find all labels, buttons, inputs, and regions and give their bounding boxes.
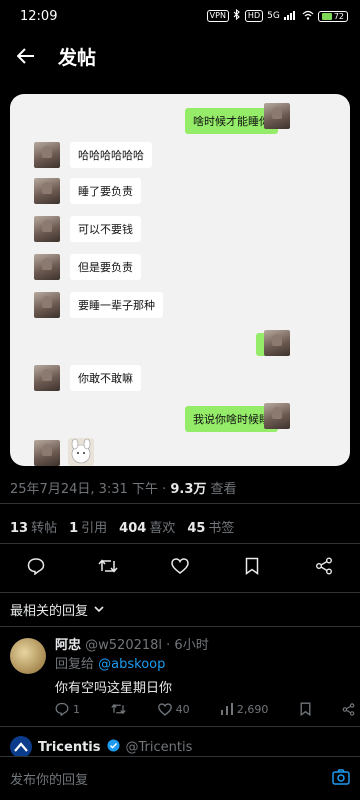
- chat-bubble-left: 你敢不敢嘛: [70, 365, 141, 391]
- camera-icon[interactable]: [332, 768, 350, 789]
- network-label: 5G: [267, 11, 280, 21]
- reposts-stat[interactable]: 13 转帖: [10, 517, 57, 536]
- chat-bubble-left: 但是要负责: [70, 254, 141, 280]
- friend-avatar: [34, 254, 60, 280]
- reply-text: 你有空吗这星期日你: [55, 681, 173, 696]
- bookmark-icon: [300, 702, 311, 716]
- page-title: 发帖: [58, 46, 97, 69]
- top-bar: 发帖: [0, 32, 360, 80]
- bluetooth-icon: [233, 8, 241, 23]
- divider: [0, 503, 360, 504]
- reply-author-name[interactable]: 阿忠: [55, 638, 81, 653]
- tricentis-logo-icon[interactable]: [10, 736, 32, 758]
- reply-bookmark-button[interactable]: [300, 702, 311, 716]
- post-image[interactable]: 啥时候才能睡你 哈哈哈哈哈哈 睡了要负责 可以不要钱 但是要负责 要睡一辈子那种…: [10, 94, 350, 466]
- divider: [0, 543, 360, 544]
- status-bar: 12:09 VPN HD 5G 72: [0, 0, 360, 32]
- friend-avatar: [34, 440, 60, 466]
- sticker-image: [68, 438, 94, 466]
- wifi-icon: [302, 10, 314, 23]
- like-icon[interactable]: [169, 555, 191, 577]
- divider: [0, 626, 360, 627]
- friend-avatar: [34, 142, 60, 168]
- reply-comment-button[interactable]: 1: [55, 702, 80, 716]
- post-actions: [0, 555, 360, 581]
- likes-stat[interactable]: 404 喜欢: [119, 517, 175, 536]
- reply-views-button[interactable]: 2,690: [220, 702, 268, 716]
- chat-message: 睡了要负责: [34, 178, 141, 204]
- reply-composer[interactable]: 发布你的回复: [0, 756, 360, 800]
- friend-avatar: [34, 365, 60, 391]
- views-icon: [220, 703, 233, 715]
- post-timestamp: 25年7月24日, 3:31 下午 · 9.3万 查看: [10, 482, 237, 497]
- avatar[interactable]: [10, 638, 46, 674]
- share-icon: [342, 702, 355, 716]
- reply-icon: [55, 702, 69, 716]
- reply-author-handle[interactable]: @w520218l: [85, 638, 162, 653]
- chat-bubble-left: 可以不要钱: [70, 216, 141, 242]
- friend-avatar: [34, 216, 60, 242]
- reply-icon[interactable]: [25, 555, 47, 577]
- signal-icon: [283, 10, 298, 23]
- next-reply-preview[interactable]: Tricentis @Tricentis: [10, 736, 192, 758]
- battery-icon: 72: [317, 10, 348, 22]
- sender-avatar: [264, 403, 290, 429]
- reply-time: · 6小时: [162, 638, 209, 653]
- reply-input[interactable]: 发布你的回复: [10, 769, 88, 788]
- divider: [0, 726, 360, 727]
- friend-avatar: [34, 292, 60, 318]
- reply-sort-label: 最相关的回复: [10, 604, 89, 619]
- next-reply-author-handle[interactable]: @Tricentis: [126, 740, 193, 755]
- chat-bubble-left: 睡了要负责: [70, 178, 141, 204]
- like-icon: [157, 702, 172, 716]
- reply-repost-button[interactable]: [111, 702, 127, 716]
- verified-badge-icon: [106, 738, 120, 756]
- sender-avatar: [264, 330, 290, 356]
- chat-bubble-left: 哈哈哈哈哈哈: [70, 142, 152, 168]
- reply-share-button[interactable]: [342, 702, 355, 716]
- next-reply-author-name[interactable]: Tricentis: [38, 740, 101, 755]
- hd-icon: HD: [244, 10, 264, 22]
- view-count: 9.3万: [170, 482, 207, 497]
- quotes-stat[interactable]: 1 引用: [69, 517, 107, 536]
- vpn-icon: VPN: [206, 10, 229, 22]
- chat-message: 要睡一辈子那种: [34, 292, 163, 318]
- reply-to-label: 回复给: [55, 657, 99, 672]
- status-icons: VPN HD 5G 72: [206, 8, 348, 23]
- chat-message: 哈哈哈哈哈哈: [34, 142, 152, 168]
- reply-sort-selector[interactable]: 最相关的回复: [10, 600, 104, 619]
- chevron-down-icon: [94, 602, 104, 617]
- status-time: 12:09: [20, 8, 58, 24]
- repost-icon: [111, 703, 127, 715]
- chat-bubble-left: 要睡一辈子那种: [70, 292, 163, 318]
- reply-actions: 1 40 2,690: [55, 702, 355, 716]
- sender-avatar: [264, 103, 290, 129]
- chat-message: 可以不要钱: [34, 216, 141, 242]
- reply-like-button[interactable]: 40: [157, 702, 190, 716]
- share-icon[interactable]: [313, 555, 335, 577]
- divider: [0, 592, 360, 593]
- back-arrow-icon[interactable]: [16, 46, 36, 66]
- friend-avatar: [34, 178, 60, 204]
- bookmark-icon[interactable]: [241, 555, 263, 577]
- post-stats: 13 转帖 1 引用 404 喜欢 45 书签: [10, 517, 234, 536]
- chat-message: 你敢不敢嘛: [34, 365, 141, 391]
- chat-message: 但是要负责: [34, 254, 141, 280]
- repost-icon[interactable]: [97, 555, 119, 577]
- bookmarks-stat[interactable]: 45 书签: [187, 517, 234, 536]
- reply-to-link[interactable]: @abskoop: [98, 657, 165, 672]
